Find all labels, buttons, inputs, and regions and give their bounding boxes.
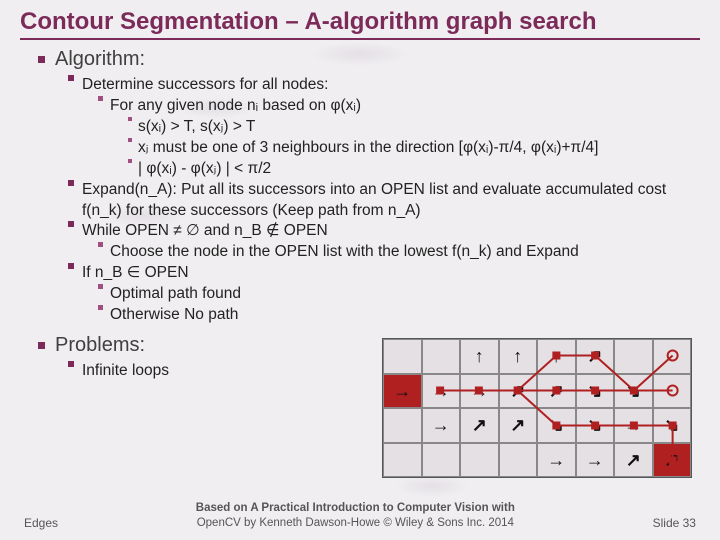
grid-cell — [383, 408, 422, 443]
direction-arrow-icon: → — [432, 382, 450, 400]
bullet-icon — [68, 221, 74, 227]
bullet-icon — [128, 159, 132, 163]
direction-arrow-icon: → — [624, 416, 642, 434]
grid-cell — [422, 443, 461, 478]
alg-abs: | φ(xᵢ) - φ(xⱼ) | < π/2 — [138, 159, 700, 180]
bullet-icon — [38, 56, 45, 63]
grid-cell: → — [422, 374, 461, 409]
grid-cell: ↘ — [653, 408, 692, 443]
alg-otherwise: Otherwise No path — [110, 305, 700, 326]
grid-cell: ↗ — [653, 443, 692, 478]
grid-cell: → — [460, 374, 499, 409]
grid-cell — [422, 339, 461, 374]
bullet-icon — [98, 96, 103, 101]
direction-arrow-icon: ↘ — [587, 382, 602, 400]
bullet-icon — [128, 117, 132, 121]
direction-arrow-icon: → — [586, 451, 604, 469]
bullet-icon — [68, 75, 74, 81]
bullet-icon — [128, 138, 132, 142]
grid-cell: → — [383, 374, 422, 409]
alg-determine: Determine successors for all nodes: — [82, 75, 700, 96]
grid-cell: ↗ — [614, 443, 653, 478]
direction-arrow-icon: ↗ — [510, 416, 525, 434]
grid-cell — [614, 339, 653, 374]
grid-cell: ↗ — [460, 408, 499, 443]
grid-cell: ↗ — [576, 339, 615, 374]
alg-forany: For any given node nᵢ based on φ(xᵢ) — [110, 96, 700, 117]
section-algorithm-header: Algorithm: — [38, 48, 700, 71]
section-label: Problems: — [55, 334, 145, 357]
grid-cell: ↑ — [499, 339, 538, 374]
graph-search-diagram: ↑ ↑ ↑ ↗ → → → ↗ ↗ ↘ ↘ → ↗ ↗ ↘ ↘ → ↘ → → ↗ ↗ — [382, 338, 692, 478]
alg-ifnb: If n_B ∈ OPEN — [82, 263, 700, 284]
bullet-icon — [98, 305, 103, 310]
bullet-icon — [68, 263, 74, 269]
grid-cell: → — [614, 408, 653, 443]
direction-arrow-icon: → — [547, 451, 565, 469]
direction-arrow-icon: ↘ — [626, 382, 641, 400]
slide-footer: Edges Based on A Practical Introduction … — [0, 501, 720, 530]
footer-right: Slide 33 — [653, 516, 696, 530]
alg-sxi: s(xᵢ) > T, s(xⱼ) > T — [138, 117, 700, 138]
alg-choose: Choose the node in the OPEN list with th… — [110, 242, 700, 263]
direction-arrow-icon: ↑ — [513, 347, 522, 365]
direction-arrow-icon: ↗ — [510, 382, 525, 400]
grid-cell: ↑ — [460, 339, 499, 374]
grid-cell — [460, 443, 499, 478]
direction-arrow-icon: ↘ — [664, 416, 679, 434]
direction-arrow-icon: ↗ — [626, 451, 641, 469]
alg-optimal: Optimal path found — [110, 284, 700, 305]
direction-arrow-icon: → — [393, 382, 411, 400]
direction-arrow-icon: ↗ — [587, 347, 602, 365]
direction-arrow-icon: ↗ — [472, 416, 487, 434]
grid-cell — [383, 339, 422, 374]
direction-arrow-icon: ↘ — [549, 416, 564, 434]
grid-cell — [499, 443, 538, 478]
grid-cell: ↗ — [499, 408, 538, 443]
page-title: Contour Segmentation – A-algorithm graph… — [20, 8, 700, 40]
bullet-icon — [68, 361, 74, 367]
grid-cell: ↘ — [537, 408, 576, 443]
direction-arrow-icon: → — [432, 416, 450, 434]
footer-center-line2: OpenCV by Kenneth Dawson-Howe © Wiley & … — [196, 516, 515, 530]
grid-cell — [653, 339, 692, 374]
direction-arrow-icon: ↗ — [664, 451, 679, 469]
grid-cell: ↗ — [537, 374, 576, 409]
slide-content: Contour Segmentation – A-algorithm graph… — [0, 0, 720, 540]
alg-expand: Expand(n_A): Put all its successors into… — [82, 180, 700, 222]
direction-arrow-icon: ↑ — [552, 347, 561, 365]
grid-cell: ↘ — [576, 374, 615, 409]
grid-cell — [383, 443, 422, 478]
grid-cell — [653, 374, 692, 409]
bullet-icon — [68, 180, 74, 186]
footer-left: Edges — [24, 516, 58, 530]
bullet-icon — [38, 342, 45, 349]
section-label: Algorithm: — [55, 48, 145, 71]
bullet-icon — [98, 284, 103, 289]
grid-cell: ↘ — [576, 408, 615, 443]
grid-cell: ↑ — [537, 339, 576, 374]
alg-while: While OPEN ≠ ∅ and n_B ∉ OPEN — [82, 221, 700, 242]
alg-xj: xⱼ must be one of 3 neighbours in the di… — [138, 138, 700, 159]
grid-cell: ↗ — [499, 374, 538, 409]
direction-arrow-icon: ↘ — [587, 416, 602, 434]
grid-cell: → — [537, 443, 576, 478]
bullet-icon — [98, 242, 103, 247]
grid-cell: → — [422, 408, 461, 443]
direction-arrow-icon: ↑ — [475, 347, 484, 365]
direction-arrow-icon: → — [470, 382, 488, 400]
footer-center-line1: Based on A Practical Introduction to Com… — [196, 501, 515, 515]
grid-cell: ↘ — [614, 374, 653, 409]
grid-cell: → — [576, 443, 615, 478]
direction-arrow-icon: ↗ — [549, 382, 564, 400]
